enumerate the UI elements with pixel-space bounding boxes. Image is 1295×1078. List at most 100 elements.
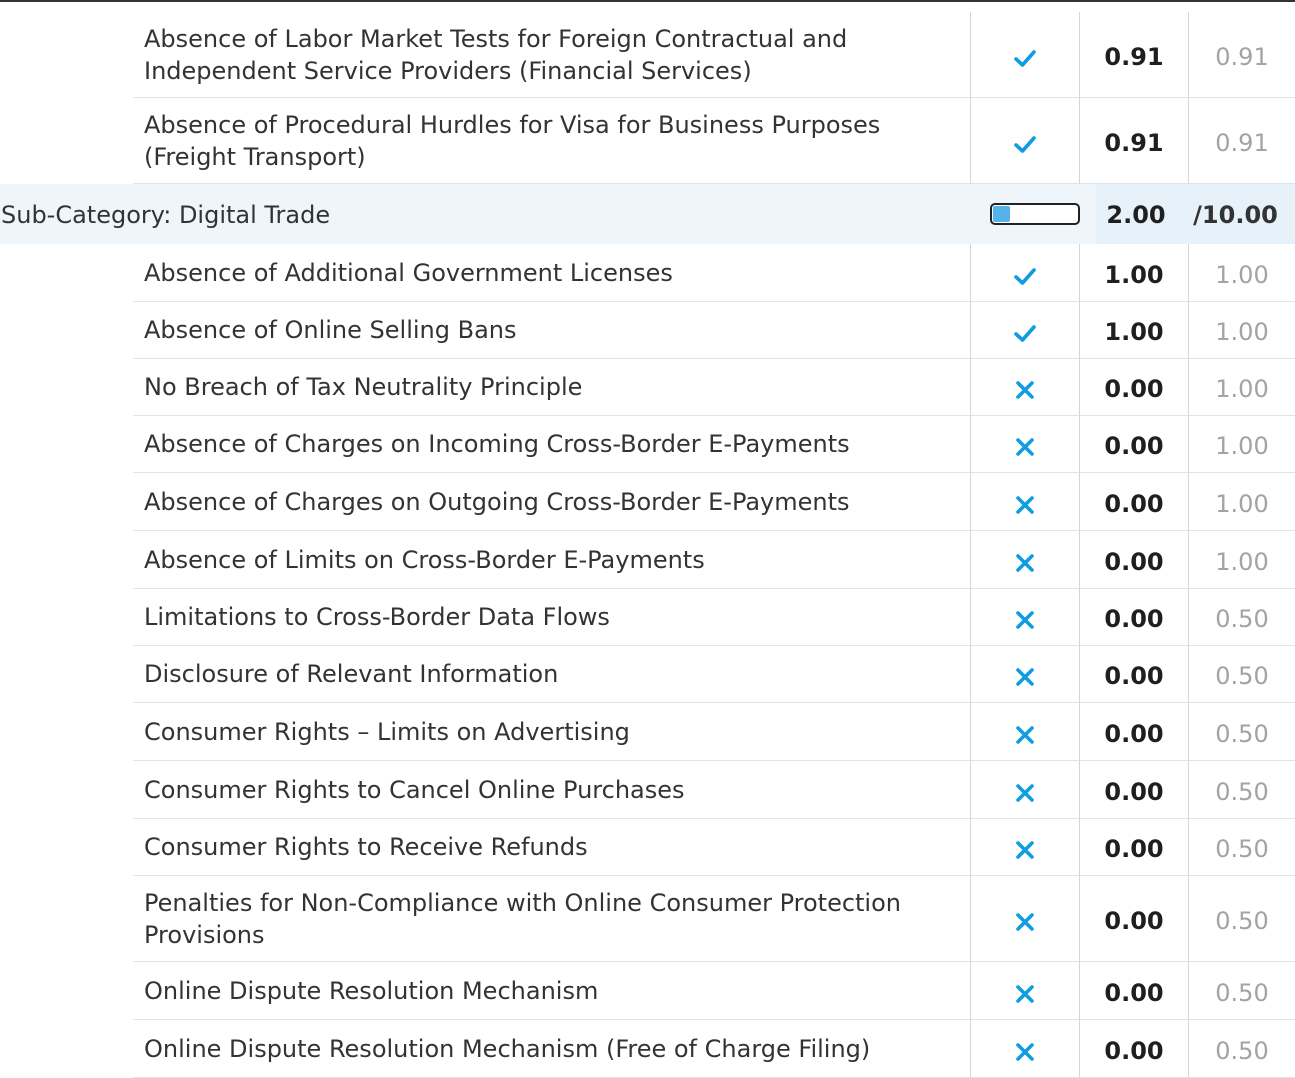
max-score-value: 0.91 bbox=[1188, 98, 1295, 184]
criteria-label: Disclosure of Relevant Information bbox=[133, 646, 970, 703]
score-value: 0.00 bbox=[1079, 646, 1188, 703]
score-value: 1.00 bbox=[1079, 244, 1188, 302]
criteria-label: Consumer Rights to Receive Refunds bbox=[133, 819, 970, 876]
check-icon bbox=[1013, 46, 1037, 70]
cross-icon bbox=[1013, 493, 1037, 517]
score-value: 0.00 bbox=[1079, 962, 1188, 1020]
criteria-row: Limitations to Cross-Border Data Flows 0… bbox=[0, 589, 1295, 646]
cross-icon bbox=[1013, 910, 1037, 934]
check-icon bbox=[1013, 321, 1037, 345]
status-cell bbox=[970, 589, 1079, 646]
cross-icon bbox=[1013, 982, 1037, 1006]
score-value: 0.00 bbox=[1079, 819, 1188, 876]
max-score-value: 0.50 bbox=[1188, 703, 1295, 761]
subcategory-progress-bar bbox=[990, 203, 1080, 225]
criteria-row: Penalties for Non-Compliance with Online… bbox=[0, 876, 1295, 962]
max-score-value: 0.50 bbox=[1188, 1020, 1295, 1078]
score-value: 0.00 bbox=[1079, 589, 1188, 646]
criteria-row: Absence of Limits on Cross-Border E-Paym… bbox=[0, 531, 1295, 589]
max-score-value: 1.00 bbox=[1188, 302, 1295, 359]
status-cell bbox=[970, 302, 1079, 359]
subcategory-row[interactable]: Sub-Category: Digital Trade 2.00 /10.00 bbox=[0, 184, 1295, 244]
status-cell bbox=[970, 12, 1079, 98]
criteria-label: Consumer Rights to Cancel Online Purchas… bbox=[133, 761, 970, 819]
max-score-value: 1.00 bbox=[1188, 359, 1295, 416]
criteria-row: Absence of Charges on Outgoing Cross-Bor… bbox=[0, 473, 1295, 531]
criteria-label: No Breach of Tax Neutrality Principle bbox=[133, 359, 970, 416]
status-cell bbox=[970, 703, 1079, 761]
subcategory-progress-cell bbox=[970, 184, 1096, 244]
max-score-value: 0.50 bbox=[1188, 761, 1295, 819]
max-score-value: 0.50 bbox=[1188, 962, 1295, 1020]
criteria-label: Online Dispute Resolution Mechanism bbox=[133, 962, 970, 1020]
score-value: 0.00 bbox=[1079, 531, 1188, 589]
score-value: 1.00 bbox=[1079, 302, 1188, 359]
cross-icon bbox=[1013, 435, 1037, 459]
score-value: 0.00 bbox=[1079, 473, 1188, 531]
status-cell bbox=[970, 359, 1079, 416]
criteria-row: Consumer Rights to Cancel Online Purchas… bbox=[0, 761, 1295, 819]
status-cell bbox=[970, 98, 1079, 184]
criteria-row: Absence of Procedural Hurdles for Visa f… bbox=[0, 98, 1295, 184]
criteria-row: Absence of Online Selling Bans 1.00 1.00 bbox=[0, 302, 1295, 359]
criteria-row: Absence of Charges on Incoming Cross-Bor… bbox=[0, 416, 1295, 473]
max-score-value: 1.00 bbox=[1188, 244, 1295, 302]
subcategory-score: 2.00 bbox=[1096, 184, 1176, 244]
cross-icon bbox=[1013, 378, 1037, 402]
score-value: 0.00 bbox=[1079, 359, 1188, 416]
status-cell bbox=[970, 531, 1079, 589]
status-cell bbox=[970, 761, 1079, 819]
criteria-row: Absence of Labor Market Tests for Foreig… bbox=[0, 12, 1295, 98]
criteria-label: Absence of Additional Government License… bbox=[133, 244, 970, 302]
max-score-value: 1.00 bbox=[1188, 473, 1295, 531]
max-score-value: 0.50 bbox=[1188, 876, 1295, 962]
status-cell bbox=[970, 646, 1079, 703]
cross-icon bbox=[1013, 723, 1037, 747]
cross-icon bbox=[1013, 665, 1037, 689]
criteria-label: Limitations to Cross-Border Data Flows bbox=[133, 589, 970, 646]
max-score-value: 0.91 bbox=[1188, 12, 1295, 98]
criteria-label: Absence of Limits on Cross-Border E-Paym… bbox=[133, 531, 970, 589]
score-value: 0.00 bbox=[1079, 761, 1188, 819]
subcategory-label: Sub-Category: Digital Trade bbox=[1, 201, 331, 229]
criteria-row: Online Dispute Resolution Mechanism 0.00… bbox=[0, 962, 1295, 1020]
check-icon bbox=[1013, 132, 1037, 156]
criteria-label: Consumer Rights – Limits on Advertising bbox=[133, 703, 970, 761]
score-value: 0.00 bbox=[1079, 703, 1188, 761]
status-cell bbox=[970, 416, 1079, 473]
status-cell bbox=[970, 244, 1079, 302]
score-value: 0.91 bbox=[1079, 12, 1188, 98]
score-value: 0.91 bbox=[1079, 98, 1188, 184]
cross-icon bbox=[1013, 608, 1037, 632]
criteria-label: Absence of Procedural Hurdles for Visa f… bbox=[133, 98, 970, 184]
top-border bbox=[0, 0, 1295, 2]
status-cell bbox=[970, 473, 1079, 531]
cross-icon bbox=[1013, 1040, 1037, 1064]
max-score-value: 1.00 bbox=[1188, 416, 1295, 473]
criteria-label: Absence of Charges on Outgoing Cross-Bor… bbox=[133, 473, 970, 531]
cross-icon bbox=[1013, 551, 1037, 575]
cross-icon bbox=[1013, 838, 1037, 862]
status-cell bbox=[970, 962, 1079, 1020]
status-cell bbox=[970, 1020, 1079, 1078]
check-icon bbox=[1013, 264, 1037, 288]
status-cell bbox=[970, 876, 1079, 962]
criteria-label: Absence of Labor Market Tests for Foreig… bbox=[133, 12, 970, 98]
criteria-row: No Breach of Tax Neutrality Principle 0.… bbox=[0, 359, 1295, 416]
criteria-row: Online Dispute Resolution Mechanism (Fre… bbox=[0, 1020, 1295, 1078]
score-value: 0.00 bbox=[1079, 1020, 1188, 1078]
criteria-row: Consumer Rights to Receive Refunds 0.00 … bbox=[0, 819, 1295, 876]
status-cell bbox=[970, 819, 1079, 876]
subcategory-progress-fill bbox=[993, 206, 1010, 222]
cross-icon bbox=[1013, 781, 1037, 805]
criteria-row: Consumer Rights – Limits on Advertising … bbox=[0, 703, 1295, 761]
max-score-value: 0.50 bbox=[1188, 589, 1295, 646]
score-value: 0.00 bbox=[1079, 416, 1188, 473]
max-score-value: 0.50 bbox=[1188, 819, 1295, 876]
criteria-label: Penalties for Non-Compliance with Online… bbox=[133, 876, 970, 962]
criteria-row: Absence of Additional Government License… bbox=[0, 244, 1295, 302]
criteria-label: Absence of Charges on Incoming Cross-Bor… bbox=[133, 416, 970, 473]
criteria-label: Absence of Online Selling Bans bbox=[133, 302, 970, 359]
max-score-value: 1.00 bbox=[1188, 531, 1295, 589]
max-score-value: 0.50 bbox=[1188, 646, 1295, 703]
